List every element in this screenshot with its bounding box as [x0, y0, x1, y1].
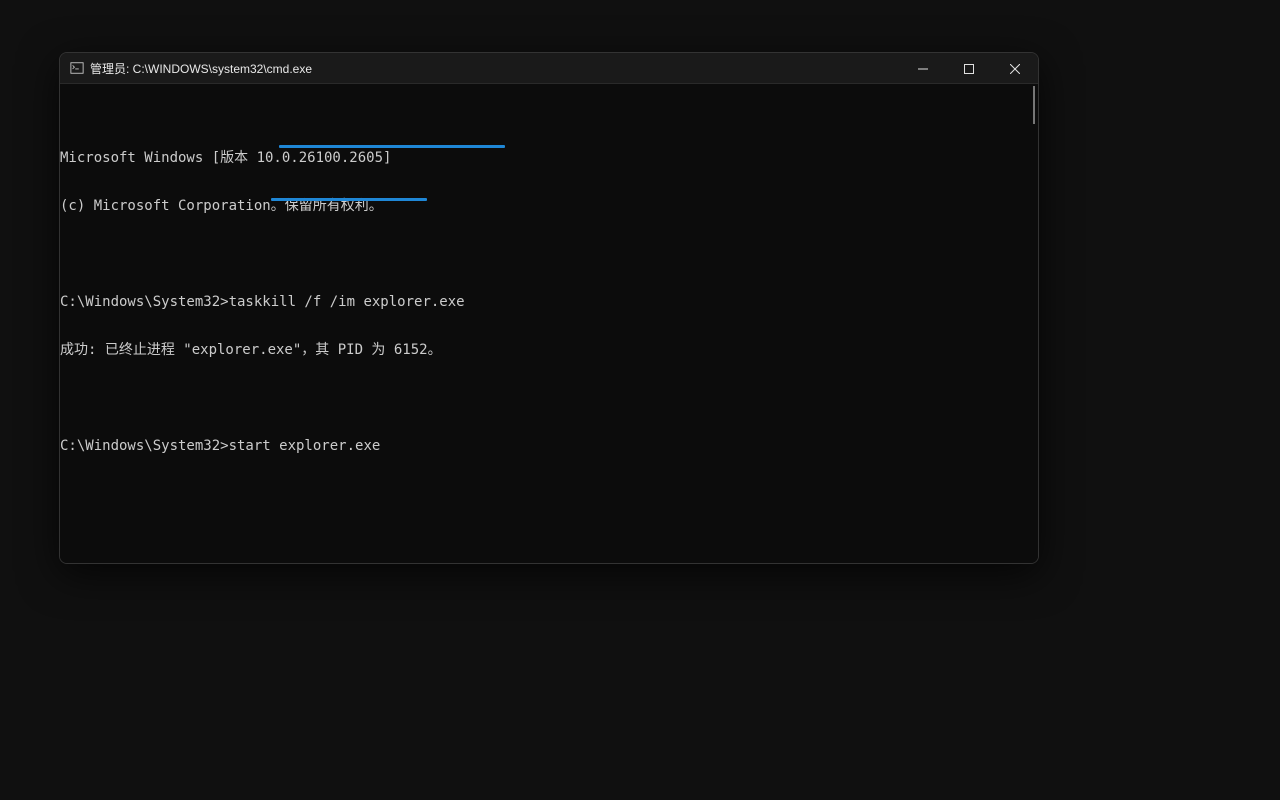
terminal-output[interactable]: Microsoft Windows [版本 10.0.26100.2605] (…	[60, 84, 1038, 563]
cmd-window: 管理员: C:\WINDOWS\system32\cmd.exe Microso…	[59, 52, 1039, 564]
minimize-button[interactable]	[900, 53, 946, 84]
terminal-text: Microsoft Windows [版本 10.0.26100.2605]	[60, 150, 391, 166]
scrollbar-thumb[interactable]	[1033, 86, 1035, 124]
maximize-button[interactable]	[946, 53, 992, 84]
highlight-underline	[279, 145, 505, 148]
cmd-icon	[70, 61, 84, 75]
terminal-command: taskkill /f /im explorer.exe	[229, 294, 465, 310]
terminal-text: 成功: 已终止进程 "explorer.exe"，其 PID 为 6152。	[60, 342, 442, 358]
window-title: 管理员: C:\WINDOWS\system32\cmd.exe	[90, 60, 312, 77]
terminal-prompt: C:\Windows\System32>	[60, 438, 229, 454]
window-controls	[900, 53, 1038, 84]
highlight-underline	[271, 198, 427, 201]
close-button[interactable]	[992, 53, 1038, 84]
titlebar[interactable]: 管理员: C:\WINDOWS\system32\cmd.exe	[60, 53, 1038, 84]
terminal-command: start explorer.exe	[229, 438, 381, 454]
terminal-prompt: C:\Windows\System32>	[60, 294, 229, 310]
